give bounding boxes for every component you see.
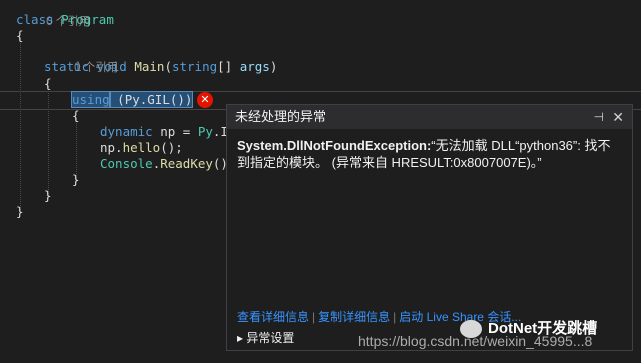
exception-popup-title: 未经处理的异常 bbox=[235, 109, 327, 124]
keyword: class bbox=[16, 12, 54, 27]
keyword: static void bbox=[44, 59, 127, 74]
divider: | bbox=[393, 310, 397, 324]
code-line: } bbox=[16, 204, 24, 220]
keyword: dynamic bbox=[100, 124, 153, 139]
punctuation: ) bbox=[269, 59, 278, 74]
error-icon[interactable]: ✕ bbox=[197, 92, 213, 108]
code-line: } bbox=[44, 188, 52, 204]
code-line: Console.ReadKey(); bbox=[100, 156, 235, 172]
method-name: Main bbox=[134, 59, 165, 74]
code-line-current: using (Py.GIL()) bbox=[71, 91, 194, 108]
keyword: string bbox=[171, 59, 218, 74]
assignment: np = bbox=[152, 124, 198, 139]
exception-popup-header: 未经处理的异常 ⊣ ✕ bbox=[227, 105, 632, 129]
brace: } bbox=[16, 204, 24, 219]
method-name: ReadKey bbox=[160, 156, 213, 171]
divider: | bbox=[312, 310, 316, 324]
code-line: dynamic np = Py.Im bbox=[100, 124, 235, 140]
code-line: } bbox=[72, 172, 80, 188]
brace: { bbox=[72, 108, 80, 123]
brace: } bbox=[72, 172, 80, 187]
copy-details-link[interactable]: 复制详细信息 bbox=[318, 310, 390, 324]
brace: } bbox=[44, 188, 52, 203]
code-line: 0 个引用 bbox=[44, 43, 118, 74]
code-line: class Program bbox=[16, 12, 114, 28]
class-name: Py bbox=[197, 124, 213, 139]
exception-type: System.DllNotFoundException: bbox=[237, 138, 432, 153]
code-line: { bbox=[16, 28, 24, 44]
punctuation: (); bbox=[160, 140, 183, 155]
pin-icon[interactable]: ⊣ bbox=[594, 105, 604, 129]
punctuation: [] bbox=[217, 59, 240, 74]
identifier: np. bbox=[100, 140, 123, 155]
close-icon[interactable]: ✕ bbox=[612, 105, 624, 129]
parameter: args bbox=[239, 59, 270, 74]
exception-helper-popup: 未经处理的异常 ⊣ ✕ System.DllNotFoundException:… bbox=[226, 104, 633, 351]
exception-message-line1: “无法加载 DLL“python36”: 找不 bbox=[431, 138, 611, 153]
punctuation: ( bbox=[164, 59, 172, 74]
indent-guide bbox=[20, 38, 21, 210]
exception-settings-label: 异常设置 bbox=[246, 331, 295, 345]
class-name: Console bbox=[100, 156, 153, 171]
exception-settings-toggle[interactable]: ▸ 异常设置 bbox=[237, 329, 294, 346]
code-line: { bbox=[72, 108, 80, 124]
view-details-link[interactable]: 查看详细信息 bbox=[237, 310, 309, 324]
exception-message: System.DllNotFoundException:“无法加载 DLL“py… bbox=[227, 129, 632, 171]
class-name: Program bbox=[61, 12, 114, 27]
code-line: static void Main(string[] args) bbox=[44, 59, 277, 75]
exception-message-line2: 到指定的模块。 (异常来自 HRESULT:0x8007007E)。” bbox=[237, 155, 542, 170]
code-line: np.hello(); bbox=[100, 140, 183, 156]
brace: { bbox=[44, 76, 52, 91]
brace: { bbox=[16, 28, 24, 43]
url-watermark: https://blog.csdn.net/weixin_45995...8 bbox=[358, 333, 593, 349]
selected-using-keyword[interactable]: using bbox=[71, 91, 111, 108]
method-name: hello bbox=[122, 140, 161, 155]
selected-using-expression[interactable]: (Py.GIL()) bbox=[108, 91, 194, 108]
code-line: { bbox=[44, 76, 52, 92]
chevron-right-icon: ▸ bbox=[237, 331, 244, 345]
